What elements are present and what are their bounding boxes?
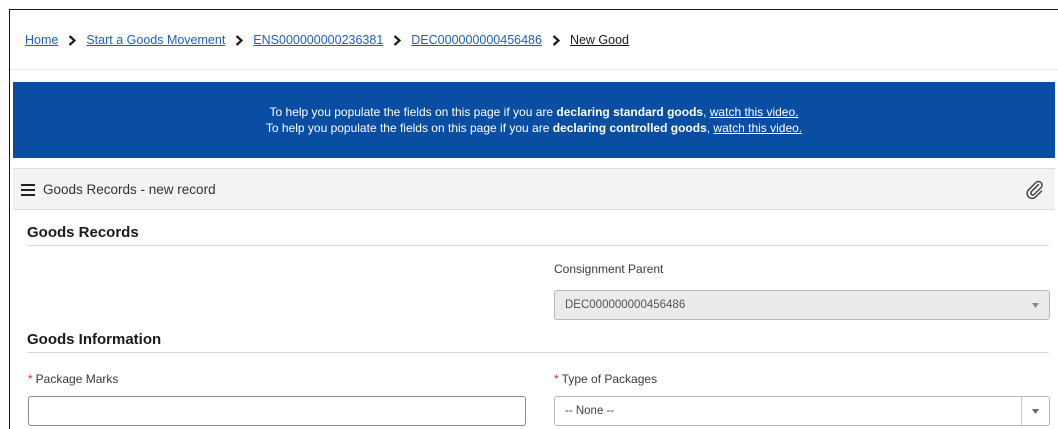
consignment-parent-value: DEC000000000456486 xyxy=(565,299,686,311)
package-marks-label: * Package Marks xyxy=(28,372,118,386)
hamburger-menu-icon[interactable] xyxy=(21,183,35,196)
type-of-packages-label: * Type of Packages xyxy=(554,372,657,386)
breadcrumb: Home Start a Goods Movement ENS000000000… xyxy=(10,10,1058,70)
banner-line-standard-goods: To help you populate the fields on this … xyxy=(270,104,799,120)
banner-separator: , xyxy=(703,105,710,119)
package-marks-input[interactable] xyxy=(28,396,526,426)
chevron-right-icon xyxy=(58,33,86,47)
watch-video-standard-goods-link[interactable]: watch this video. xyxy=(710,105,799,119)
banner-bold-text: declaring controlled goods xyxy=(552,121,707,135)
banner-bold-text: declaring standard goods xyxy=(556,105,704,119)
paperclip-icon[interactable] xyxy=(1025,180,1045,200)
consignment-parent-select: DEC000000000456486 xyxy=(554,290,1050,320)
panel-title: Goods Records - new record xyxy=(43,181,216,197)
chevron-down-icon[interactable] xyxy=(1021,397,1049,425)
breadcrumb-dec-link[interactable]: DEC000000000456486 xyxy=(411,33,542,47)
banner-text: To help you populate the fields on this … xyxy=(265,121,553,135)
goods-records-heading: Goods Records xyxy=(27,224,139,241)
type-of-packages-value: -- None -- xyxy=(565,405,615,417)
type-of-packages-select[interactable]: -- None -- xyxy=(554,396,1050,426)
chevron-right-icon xyxy=(542,33,570,47)
help-video-banner: To help you populate the fields on this … xyxy=(13,82,1055,158)
consignment-parent-label: Consignment Parent xyxy=(554,262,664,276)
chevron-right-icon xyxy=(225,33,253,47)
required-marker: * xyxy=(554,372,559,386)
type-of-packages-label-text: Type of Packages xyxy=(561,372,658,386)
banner-text: To help you populate the fields on this … xyxy=(269,105,557,119)
watch-video-controlled-goods-link[interactable]: watch this video. xyxy=(713,121,802,135)
record-panel-header: Goods Records - new record xyxy=(13,168,1055,210)
breadcrumb-current-page: New Good xyxy=(569,32,630,47)
page-frame: Home Start a Goods Movement ENS000000000… xyxy=(9,9,1058,429)
package-marks-label-text: Package Marks xyxy=(35,372,119,386)
section-divider xyxy=(27,245,1049,246)
section-divider xyxy=(27,352,1049,353)
required-marker: * xyxy=(28,372,33,386)
banner-line-controlled-goods: To help you populate the fields on this … xyxy=(266,120,802,136)
breadcrumb-home-link[interactable]: Home xyxy=(25,33,58,47)
breadcrumb-ens-link[interactable]: ENS000000000236381 xyxy=(253,33,383,47)
chevron-right-icon xyxy=(383,33,411,47)
goods-information-heading: Goods Information xyxy=(27,331,162,348)
breadcrumb-start-goods-movement-link[interactable]: Start a Goods Movement xyxy=(86,33,225,47)
chevron-down-icon xyxy=(1021,291,1049,319)
